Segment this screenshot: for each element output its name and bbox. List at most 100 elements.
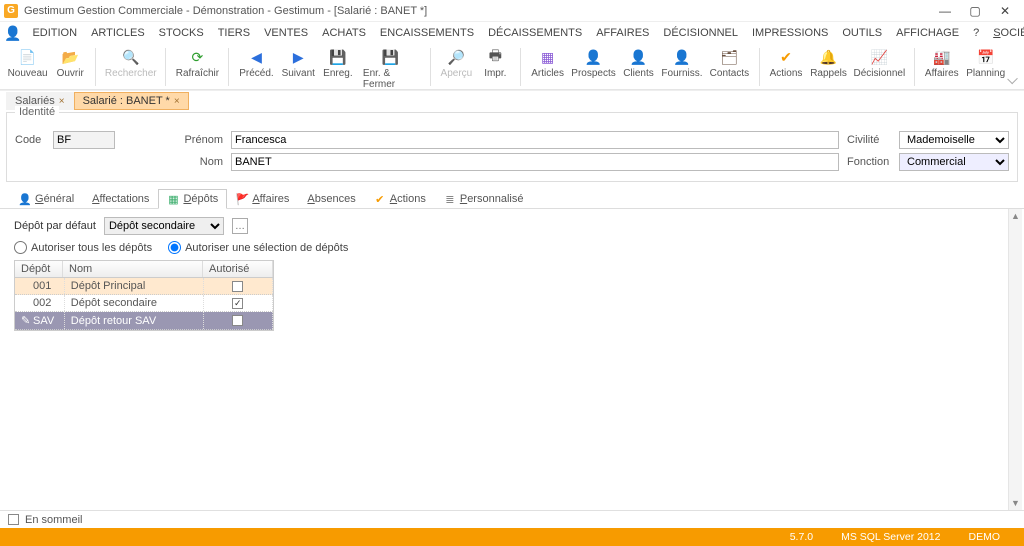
- scroll-down-icon[interactable]: ▼: [1009, 496, 1022, 510]
- app-icon: G: [4, 4, 18, 18]
- nom-label: Nom: [123, 156, 223, 168]
- table-row[interactable]: 002Dépôt secondaire ✓: [15, 295, 273, 312]
- tb-prospects[interactable]: 👤Prospects: [568, 46, 619, 81]
- tb-ouvrir[interactable]: 📂Ouvrir: [51, 46, 89, 81]
- allow-selection-radio[interactable]: Autoriser une sélection de dépôts: [168, 241, 348, 254]
- tb-prcd[interactable]: ◀Précéd.: [235, 46, 277, 81]
- tab-affaires[interactable]: 🚩Affaires: [227, 189, 298, 209]
- tb-clients-icon: 👤: [629, 48, 647, 66]
- allow-all-radio[interactable]: Autoriser tous les dépôts: [14, 241, 152, 254]
- menu-stocks[interactable]: STOCKS: [152, 25, 211, 41]
- authorize-checkbox[interactable]: ✓: [232, 298, 243, 309]
- detail-tabs: 👤GénéralAffectations▦Dépôts🚩AffairesAbse…: [0, 182, 1024, 209]
- menu-socit[interactable]: SOCIÉTÉ: [986, 25, 1024, 41]
- vertical-scrollbar[interactable]: ▲ ▼: [1008, 209, 1022, 510]
- minimize-button[interactable]: —: [930, 1, 960, 21]
- cell-autorise[interactable]: [204, 312, 273, 329]
- status-version: 5.7.0: [776, 531, 827, 543]
- app-menu-icon[interactable]: 👤: [4, 24, 21, 42]
- menu-tiers[interactable]: TIERS: [211, 25, 257, 41]
- nom-input[interactable]: [231, 153, 839, 171]
- col-autorise[interactable]: Autorisé: [203, 261, 273, 277]
- tb-rappels[interactable]: 🔔Rappels: [806, 46, 850, 81]
- menu-ventes[interactable]: VENTES: [257, 25, 315, 41]
- tb-enreg[interactable]: 💾Enreg.: [319, 46, 357, 81]
- close-icon[interactable]: ×: [59, 96, 65, 107]
- status-db: MS SQL Server 2012: [827, 531, 954, 543]
- tb-dcisionnel[interactable]: 📈Décisionnel: [851, 46, 908, 81]
- menu-décisionnel[interactable]: DÉCISIONNEL: [656, 25, 745, 41]
- menu-décaissements[interactable]: DÉCAISSEMENTS: [481, 25, 589, 41]
- tab-gnral[interactable]: 👤Général: [10, 189, 83, 209]
- menu-articles[interactable]: ARTICLES: [84, 25, 152, 41]
- tb-contacts[interactable]: 🗂Contacts: [706, 46, 753, 81]
- toolbar-separator: [165, 48, 166, 86]
- tb-actions-icon: ✔: [777, 48, 795, 66]
- cell-code: 002: [27, 295, 65, 311]
- menu-impressions[interactable]: IMPRESSIONS: [745, 25, 835, 41]
- tb-impr-icon: 🖶: [486, 48, 504, 66]
- default-depot-browse-button[interactable]: …: [232, 218, 248, 234]
- prenom-input[interactable]: [231, 131, 839, 149]
- menu-?[interactable]: ?: [966, 25, 986, 41]
- row-marker: [15, 278, 27, 294]
- menu-edition[interactable]: EDITION: [25, 25, 84, 41]
- cell-nom: Dépôt retour SAV: [65, 312, 204, 329]
- tab-dpts-icon: ▦: [167, 193, 179, 205]
- menu-achats[interactable]: ACHATS: [315, 25, 373, 41]
- fonction-select[interactable]: Commercial: [899, 153, 1009, 171]
- col-depot[interactable]: Dépôt: [15, 261, 63, 277]
- maximize-button[interactable]: ▢: [960, 1, 990, 21]
- doctab-salaribanet[interactable]: Salarié : BANET *×: [74, 92, 189, 110]
- tab-gnral-icon: 👤: [19, 193, 31, 205]
- table-row[interactable]: 001Dépôt Principal: [15, 278, 273, 295]
- row-marker: ✎: [15, 312, 27, 329]
- tab-personnalis[interactable]: ≣Personnalisé: [435, 189, 533, 209]
- tab-affectations[interactable]: Affectations: [83, 189, 158, 209]
- tb-enrfermer[interactable]: 💾Enr. & Fermer: [357, 46, 424, 92]
- menu-outils[interactable]: OUTILS: [835, 25, 889, 41]
- close-icon[interactable]: ×: [174, 96, 180, 107]
- tb-planning[interactable]: 📅Planning: [963, 46, 1009, 81]
- authorize-checkbox[interactable]: [232, 315, 243, 326]
- tb-suivant[interactable]: ▶Suivant: [278, 46, 319, 81]
- tb-rafrachir[interactable]: ⟳Rafraîchir: [172, 46, 222, 81]
- tb-fourniss[interactable]: 👤Fourniss.: [658, 46, 706, 81]
- tab-dpts[interactable]: ▦Dépôts: [158, 189, 227, 209]
- menu-affaires[interactable]: AFFAIRES: [589, 25, 656, 41]
- tb-nouveau[interactable]: 📄Nouveau: [4, 46, 51, 81]
- tab-absences[interactable]: Absences: [298, 189, 364, 209]
- toolbar-separator: [228, 48, 229, 86]
- default-depot-select[interactable]: Dépôt secondaire: [104, 217, 224, 235]
- en-sommeil-checkbox[interactable]: [8, 514, 19, 525]
- tb-clients[interactable]: 👤Clients: [619, 46, 658, 81]
- scroll-up-icon[interactable]: ▲: [1009, 209, 1022, 223]
- menu-affichage[interactable]: AFFICHAGE: [889, 25, 966, 41]
- en-sommeil-label: En sommeil: [25, 514, 82, 526]
- cell-code: SAV: [27, 312, 65, 329]
- table-header-row: Dépôt Nom Autorisé: [15, 261, 273, 278]
- tab-actions[interactable]: ✔Actions: [365, 189, 435, 209]
- tb-articles[interactable]: ▦Articles: [527, 46, 568, 81]
- close-button[interactable]: ✕: [990, 1, 1020, 21]
- tb-impr[interactable]: 🖶Impr.: [476, 46, 514, 81]
- authorize-checkbox[interactable]: [232, 281, 243, 292]
- code-input[interactable]: [53, 131, 115, 149]
- civilite-label: Civilité: [847, 134, 893, 146]
- table-row[interactable]: ✎SAVDépôt retour SAV: [15, 312, 273, 330]
- status-bar: 5.7.0 MS SQL Server 2012 DEMO: [0, 528, 1024, 546]
- menu-encaissements[interactable]: ENCAISSEMENTS: [373, 25, 481, 41]
- col-nom[interactable]: Nom: [63, 261, 203, 277]
- tb-affaires-icon: 🏭: [933, 48, 951, 66]
- document-tabs: Salariés×Salarié : BANET *×: [0, 90, 1024, 110]
- depots-table[interactable]: Dépôt Nom Autorisé 001Dépôt Principal002…: [14, 260, 274, 331]
- code-label: Code: [15, 134, 45, 146]
- main-toolbar: 📄Nouveau📂Ouvrir🔍Rechercher⟳Rafraîchir◀Pr…: [0, 44, 1024, 90]
- tb-affaires[interactable]: 🏭Affaires: [921, 46, 963, 81]
- civilite-select[interactable]: Mademoiselle: [899, 131, 1009, 149]
- cell-nom: Dépôt secondaire: [65, 295, 204, 311]
- cell-autorise[interactable]: [204, 278, 273, 294]
- tb-actions[interactable]: ✔Actions: [766, 46, 807, 81]
- cell-autorise[interactable]: ✓: [204, 295, 273, 311]
- toolbar-separator: [914, 48, 915, 86]
